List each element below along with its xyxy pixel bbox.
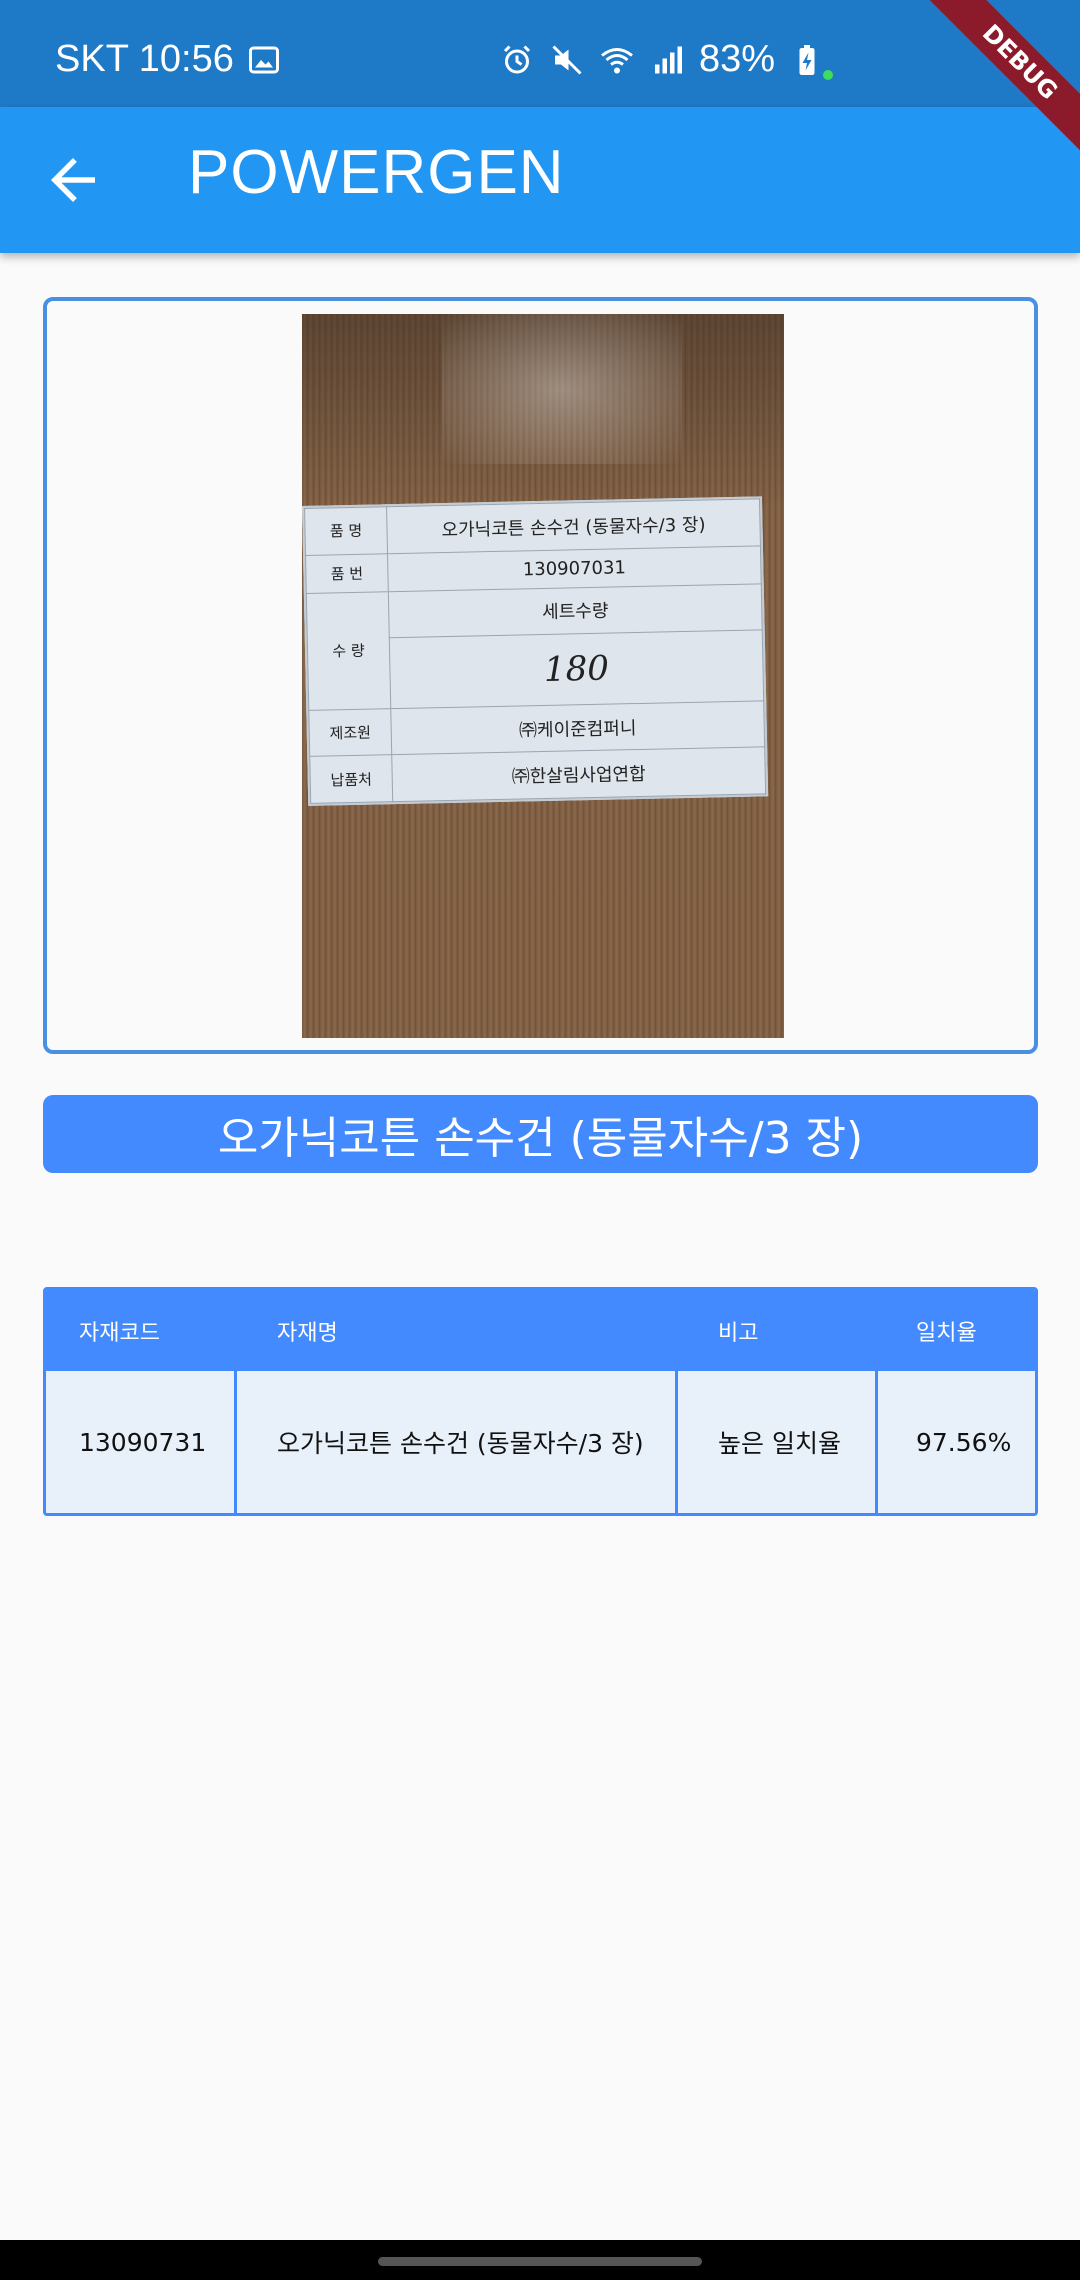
arrow-back-icon[interactable] — [40, 147, 106, 213]
product-name: 오가닉코튼 손수건 (동물자수/3 장) — [217, 1113, 864, 1164]
header-material-name: 자재명 — [277, 1320, 338, 1346]
label-handwritten-quantity: 180 — [389, 629, 764, 709]
photo-tape — [442, 314, 682, 464]
captured-photo: 품 명 오가닉코튼 손수건 (동물자수/3 장) 품 번 130907031 수… — [302, 314, 784, 1038]
label-value: 세트수량 — [388, 583, 763, 638]
status-right: 83% — [499, 38, 825, 81]
header-remark: 비고 — [718, 1320, 759, 1346]
cell-material-name: 오가닉코튼 손수건 (동물자수/3 장) — [237, 1371, 678, 1513]
header-material-code: 자재코드 — [79, 1320, 160, 1346]
cell-match-rate: 97.56% — [916, 1427, 1012, 1457]
product-name-banner: 오가닉코튼 손수건 (동물자수/3 장) — [43, 1095, 1038, 1173]
header-match-rate: 일치율 — [916, 1320, 977, 1346]
label-key: 납품처 — [309, 755, 393, 804]
status-left: SKT 10:56 — [55, 38, 282, 81]
label-key: 제조원 — [308, 708, 392, 757]
label-value: ㈜한살림사업연합 — [391, 747, 766, 802]
label-key: 수 량 — [306, 591, 391, 711]
carrier-time: SKT 10:56 — [55, 38, 234, 80]
battery-charging-icon — [799, 44, 815, 75]
system-nav-bar — [0, 2240, 1080, 2280]
label-value: ㈜케이준컴퍼니 — [390, 700, 765, 756]
label-key: 품 번 — [305, 553, 389, 593]
home-gesture-handle[interactable] — [378, 2257, 702, 2266]
image-icon — [248, 46, 279, 73]
label-value: 오가닉코튼 손수건 (동물자수/3 장) — [386, 498, 761, 554]
mute-icon — [552, 44, 582, 75]
app-bar: POWERGEN — [0, 107, 1080, 253]
app-title: POWERGEN — [188, 138, 565, 207]
table-header: 자재코드 자재명 비고 일치율 — [46, 1290, 1035, 1371]
cell-material-code: 13090731 — [46, 1371, 237, 1513]
table-row[interactable]: 13090731 오가닉코튼 손수건 (동물자수/3 장) 높은 일치율 97.… — [46, 1371, 1035, 1513]
alarm-icon — [503, 44, 530, 73]
match-result-table: 자재코드 자재명 비고 일치율 13090731 오가닉코튼 손수건 (동물자수… — [43, 1287, 1038, 1516]
cell-remark: 높은 일치율 — [678, 1371, 878, 1513]
captured-image-frame: 품 명 오가닉코튼 손수건 (동물자수/3 장) 품 번 130907031 수… — [43, 297, 1038, 1054]
signal-icon — [654, 46, 682, 73]
battery-percent: 83% — [698, 38, 775, 80]
wifi-icon — [601, 47, 633, 73]
product-label-sticker: 품 명 오가닉코튼 손수건 (동물자수/3 장) 품 번 130907031 수… — [302, 496, 769, 806]
privacy-indicator-dot — [823, 70, 833, 80]
label-table: 품 명 오가닉코튼 손수건 (동물자수/3 장) 품 번 130907031 수… — [304, 498, 766, 804]
status-bar: SKT 10:56 83% — [0, 0, 1080, 107]
label-key: 품 명 — [304, 506, 388, 556]
